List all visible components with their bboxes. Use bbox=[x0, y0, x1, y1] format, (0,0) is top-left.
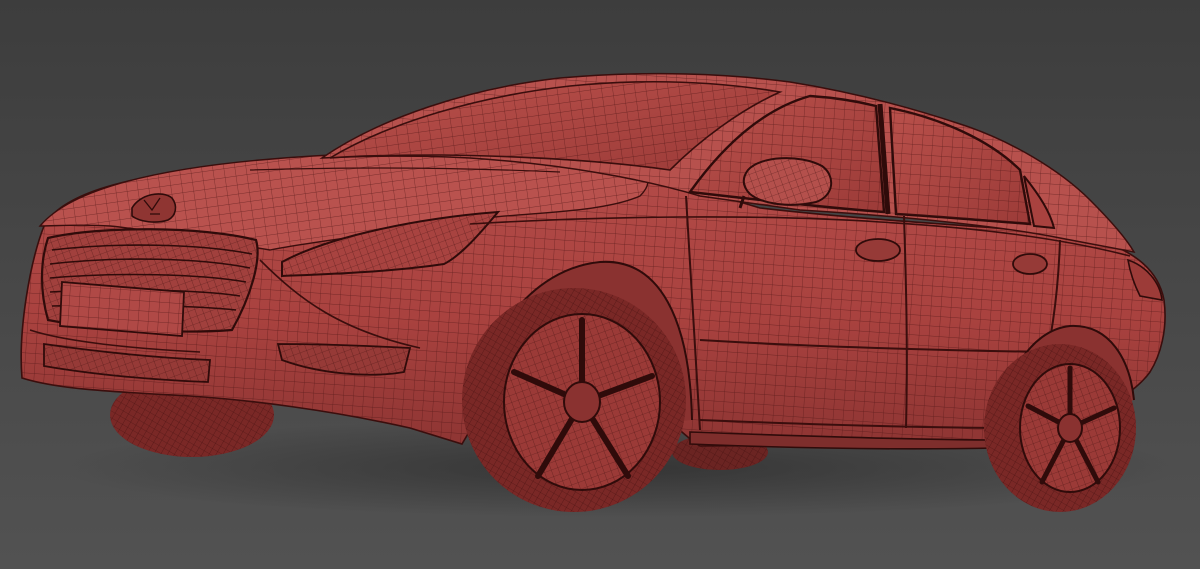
license-plate bbox=[59, 281, 185, 337]
front-wheel bbox=[462, 288, 686, 512]
rear-wheel bbox=[984, 344, 1136, 512]
car-wireframe-render bbox=[0, 0, 1200, 569]
rear-door-handle bbox=[1012, 253, 1048, 275]
3d-viewport[interactable] bbox=[0, 0, 1200, 569]
front-door-handle bbox=[855, 238, 901, 262]
